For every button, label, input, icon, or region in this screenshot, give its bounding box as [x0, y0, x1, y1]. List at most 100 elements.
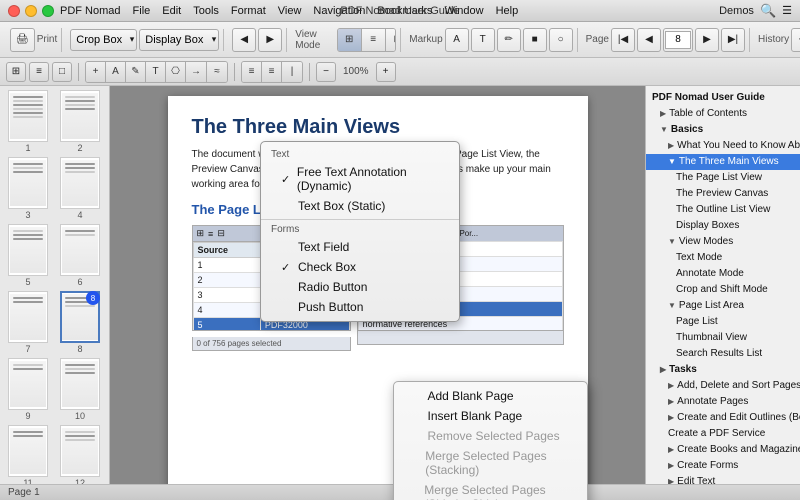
text-menu-item-free-text[interactable]: ✓ Free Text Annotation (Dynamic) — [261, 162, 459, 196]
text-menu-item-textfield[interactable]: Text Field — [261, 237, 459, 257]
menu-app[interactable]: PDF Nomad — [60, 5, 121, 17]
thumb-page-3[interactable] — [8, 157, 48, 209]
tb2-align3[interactable]: | — [282, 62, 302, 82]
toc-item-threemainviews[interactable]: ▼ The Three Main Views — [646, 154, 800, 170]
toc-item-outlines[interactable]: ▶ Create and Edit Outlines (BookMar — [646, 410, 800, 426]
tb2-zoom-in[interactable]: + — [376, 62, 396, 82]
toc-item-basics[interactable]: ▼ Basics — [646, 122, 800, 138]
thumb-item-4[interactable]: 4 — [56, 157, 104, 220]
tb2-seg4[interactable]: T — [146, 62, 166, 82]
thumb-page-12[interactable] — [60, 425, 100, 477]
toc-item-adddeletesort[interactable]: ▶ Add, Delete and Sort Pages — [646, 378, 800, 394]
tb2-btn3[interactable]: □ — [52, 62, 72, 82]
markup-btn2[interactable]: T — [471, 28, 495, 52]
toc-item-cropshiftmode[interactable]: Crop and Shift Mode — [646, 282, 800, 298]
page-input-btn[interactable] — [663, 28, 693, 52]
tb2-seg3[interactable]: ✎ — [126, 62, 146, 82]
menu-tools[interactable]: Tools — [193, 5, 219, 17]
menu-file[interactable]: File — [133, 5, 151, 17]
toc-item-books[interactable]: ▶ Create Books and Magazines — [646, 442, 800, 458]
viewmode-seg2[interactable]: ≡ — [362, 29, 386, 51]
tb2-align1[interactable]: ≡ — [242, 62, 262, 82]
thumb-item-9[interactable]: 9 — [4, 358, 52, 421]
toc-item-toc[interactable]: ▶ Table of Contents — [646, 106, 800, 122]
ctx-insert-blank-page[interactable]: Insert Blank Page — [394, 406, 587, 426]
menu-view[interactable]: View — [278, 5, 302, 17]
tb2-btn2[interactable]: ≡ — [29, 62, 49, 82]
print-button[interactable]: 🖨 — [10, 28, 35, 52]
thumb-page-11[interactable] — [8, 425, 48, 477]
toc-item-pagelistarea[interactable]: ▼ Page List Area — [646, 298, 800, 314]
toc-item-annotatemode[interactable]: Annotate Mode — [646, 266, 800, 282]
page-number-input[interactable] — [665, 31, 691, 49]
toc-item-previewcanvas[interactable]: The Preview Canvas — [646, 186, 800, 202]
toc-item-pagelist[interactable]: Page List — [646, 314, 800, 330]
thumb-item-6[interactable]: 6 — [56, 224, 104, 287]
maximize-button[interactable] — [42, 5, 54, 17]
markup-btn3[interactable]: ✏ — [497, 28, 521, 52]
thumb-page-4[interactable] — [60, 157, 100, 209]
thumb-page-2[interactable] — [60, 90, 100, 142]
thumb-item-10[interactable]: 10 — [56, 358, 104, 421]
close-button[interactable] — [8, 5, 20, 17]
markup-btn1[interactable]: A — [445, 28, 469, 52]
toc-header[interactable]: PDF Nomad User Guide — [646, 90, 800, 106]
nav-forward-button[interactable]: ▶ — [258, 28, 282, 52]
thumb-page-1[interactable] — [8, 90, 48, 142]
toc-item-pdfservice[interactable]: Create a PDF Service — [646, 426, 800, 442]
toc-item-pagelistview[interactable]: The Page List View — [646, 170, 800, 186]
table-toolbar-icon2[interactable]: ≡ — [208, 229, 213, 239]
nav-back-button[interactable]: ◀ — [232, 28, 256, 52]
text-menu-item-radio[interactable]: Radio Button — [261, 277, 459, 297]
tb2-seg7[interactable]: ≈ — [207, 62, 227, 82]
page-btn2[interactable]: ◀ — [637, 28, 661, 52]
search-icon[interactable]: 🔍 — [760, 3, 776, 19]
thumbnail-panel[interactable]: 1 2 3 4 — [0, 86, 110, 500]
menu-format[interactable]: Format — [231, 5, 266, 17]
history-back[interactable]: ↩ — [791, 28, 800, 52]
more-icon[interactable]: ☰ — [782, 4, 792, 17]
toc-item-displayboxes[interactable]: Display Boxes — [646, 218, 800, 234]
toc-item-outlinelistview[interactable]: The Outline List View — [646, 202, 800, 218]
toc-item-tasks[interactable]: ▶ Tasks — [646, 362, 800, 378]
cropbox-select[interactable]: Crop Box — [70, 29, 137, 51]
thumb-page-6[interactable] — [60, 224, 100, 276]
tb2-seg6[interactable]: → — [186, 62, 207, 82]
tb2-seg1[interactable]: + — [86, 62, 106, 82]
displaybox-select[interactable]: Display Box — [139, 29, 219, 51]
tb2-align2[interactable]: ≡ — [262, 62, 282, 82]
page-btn4[interactable]: ▶| — [721, 28, 745, 52]
thumb-item-11[interactable]: 11 — [4, 425, 52, 488]
thumb-item-5[interactable]: 5 — [4, 224, 52, 287]
thumb-page-5[interactable] — [8, 224, 48, 276]
text-menu-item-textbox[interactable]: Text Box (Static) — [261, 196, 459, 216]
text-menu-item-checkbox[interactable]: ✓ Check Box — [261, 257, 459, 277]
context-menu[interactable]: Add Blank Page Insert Blank Page Remove … — [393, 381, 588, 500]
thumb-item-2[interactable]: 2 — [56, 90, 104, 153]
thumb-item-7[interactable]: 7 — [4, 291, 52, 354]
ctx-add-blank-page[interactable]: Add Blank Page — [394, 386, 587, 406]
menu-help[interactable]: Help — [496, 5, 519, 17]
markup-btn4[interactable]: ■ — [523, 28, 547, 52]
thumb-item-3[interactable]: 3 — [4, 157, 52, 220]
thumb-item-1[interactable]: 1 — [4, 90, 52, 153]
markup-btn5[interactable]: ○ — [549, 28, 573, 52]
minimize-button[interactable] — [25, 5, 37, 17]
toc-item-whatyouneed[interactable]: ▶ What You Need to Know About Te — [646, 138, 800, 154]
thumb-page-10[interactable] — [60, 358, 100, 410]
col-header-source[interactable]: Source — [193, 243, 260, 258]
page-btn3[interactable]: ▶ — [695, 28, 719, 52]
toc-item-viewmodes[interactable]: ▼ View Modes — [646, 234, 800, 250]
tb2-zoom-out[interactable]: − — [316, 62, 336, 82]
tb2-btn1[interactable]: ⊞ — [6, 62, 26, 82]
toc-item-searchresults[interactable]: Search Results List — [646, 346, 800, 362]
table-toolbar-icon1[interactable]: ⊞ — [197, 228, 205, 239]
toc-item-thumbnailview[interactable]: Thumbnail View — [646, 330, 800, 346]
tb2-seg2[interactable]: A — [106, 62, 126, 82]
thumb-page-9[interactable] — [8, 358, 48, 410]
viewmode-seg3[interactable]: ⊟ — [386, 29, 397, 51]
toc-item-annotate[interactable]: ▶ Annotate Pages — [646, 394, 800, 410]
table-toolbar-icon3[interactable]: ⊟ — [217, 228, 225, 239]
thumb-page-8[interactable]: 8 — [60, 291, 100, 343]
text-menu-item-push[interactable]: Push Button — [261, 297, 459, 317]
